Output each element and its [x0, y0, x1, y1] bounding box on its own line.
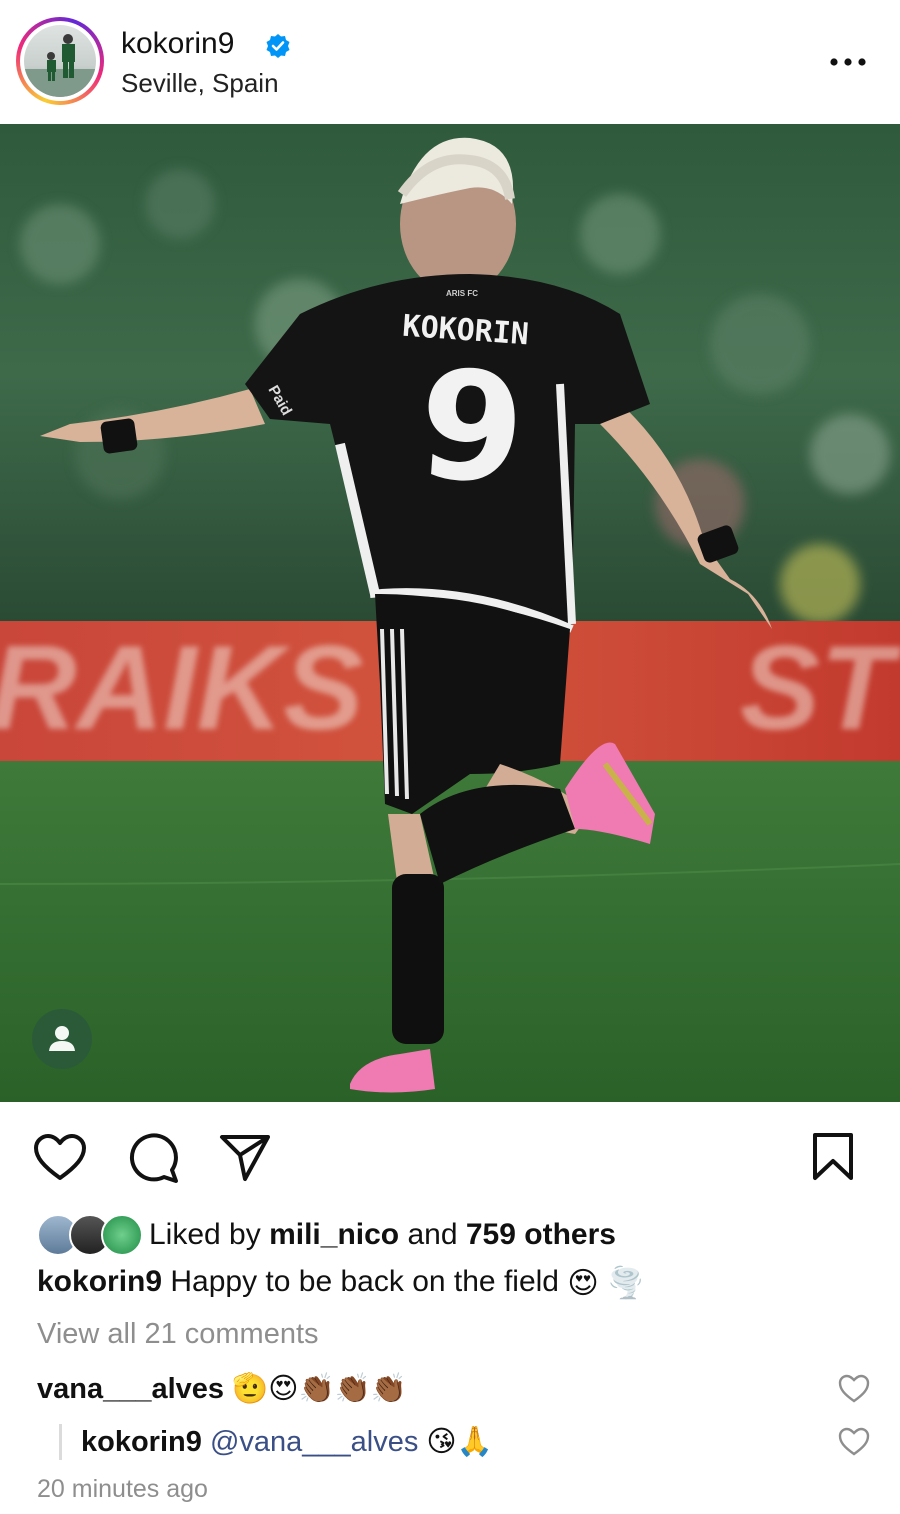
- reply-row: kokorin9 @vana___alves 😘🙏: [81, 1424, 493, 1459]
- avatar-image: [24, 25, 96, 97]
- view-all-comments-link[interactable]: View all 21 comments: [37, 1318, 319, 1351]
- caption-emojis: 😍 🌪️: [567, 1266, 645, 1300]
- ellipsis-icon[interactable]: [826, 48, 870, 76]
- liked-by-avatars[interactable]: [37, 1214, 143, 1256]
- board-text-right: ST: [740, 621, 900, 755]
- jersey-number: 9: [413, 338, 529, 519]
- post-timestamp: 20 minutes ago: [37, 1475, 208, 1503]
- caption-text: Happy to be back on the field: [162, 1265, 559, 1298]
- send-icon[interactable]: [219, 1133, 271, 1183]
- person-icon: [49, 1026, 75, 1051]
- liker-avatar: [101, 1214, 143, 1256]
- comment-icon[interactable]: [126, 1132, 180, 1184]
- caption-username[interactable]: kokorin9: [37, 1265, 162, 1298]
- jersey-sponsor: ARIS FC: [446, 289, 478, 298]
- liker-username[interactable]: mili_nico: [269, 1218, 399, 1251]
- comment-row: vana___alves 🫡😍👏🏾👏🏾👏🏾: [37, 1371, 407, 1406]
- reply-text: 😘🙏: [418, 1426, 493, 1458]
- heart-icon[interactable]: [33, 1134, 87, 1182]
- comment-like-heart-icon[interactable]: [838, 1374, 870, 1404]
- reply-like-heart-icon[interactable]: [838, 1427, 870, 1457]
- likes-summary[interactable]: Liked by mili_nico and 759 others: [149, 1218, 616, 1252]
- likes-count[interactable]: 759 others: [466, 1218, 616, 1251]
- post-photo[interactable]: RAIKS ST KOKORIN 9 ARIS FC Paid: [0, 124, 900, 1102]
- profile-avatar[interactable]: [16, 17, 104, 105]
- post-username[interactable]: kokorin9: [121, 27, 234, 61]
- reply-mention[interactable]: @vana___alves: [210, 1426, 418, 1458]
- post-location[interactable]: Seville, Spain: [121, 68, 279, 99]
- bookmark-icon[interactable]: [811, 1132, 855, 1182]
- post-caption: kokorin9 Happy to be back on the field 😍…: [37, 1265, 644, 1301]
- comment-text: 🫡😍👏🏾👏🏾👏🏾: [224, 1373, 407, 1405]
- post-header: kokorin9 Seville, Spain: [0, 0, 900, 124]
- tagged-people-button[interactable]: [32, 1009, 92, 1069]
- comment-username[interactable]: vana___alves: [37, 1373, 224, 1405]
- verified-badge-icon: [266, 34, 290, 58]
- board-text-left: RAIKS: [0, 621, 363, 755]
- reply-indent-line: [59, 1424, 62, 1460]
- reply-username[interactable]: kokorin9: [81, 1426, 202, 1458]
